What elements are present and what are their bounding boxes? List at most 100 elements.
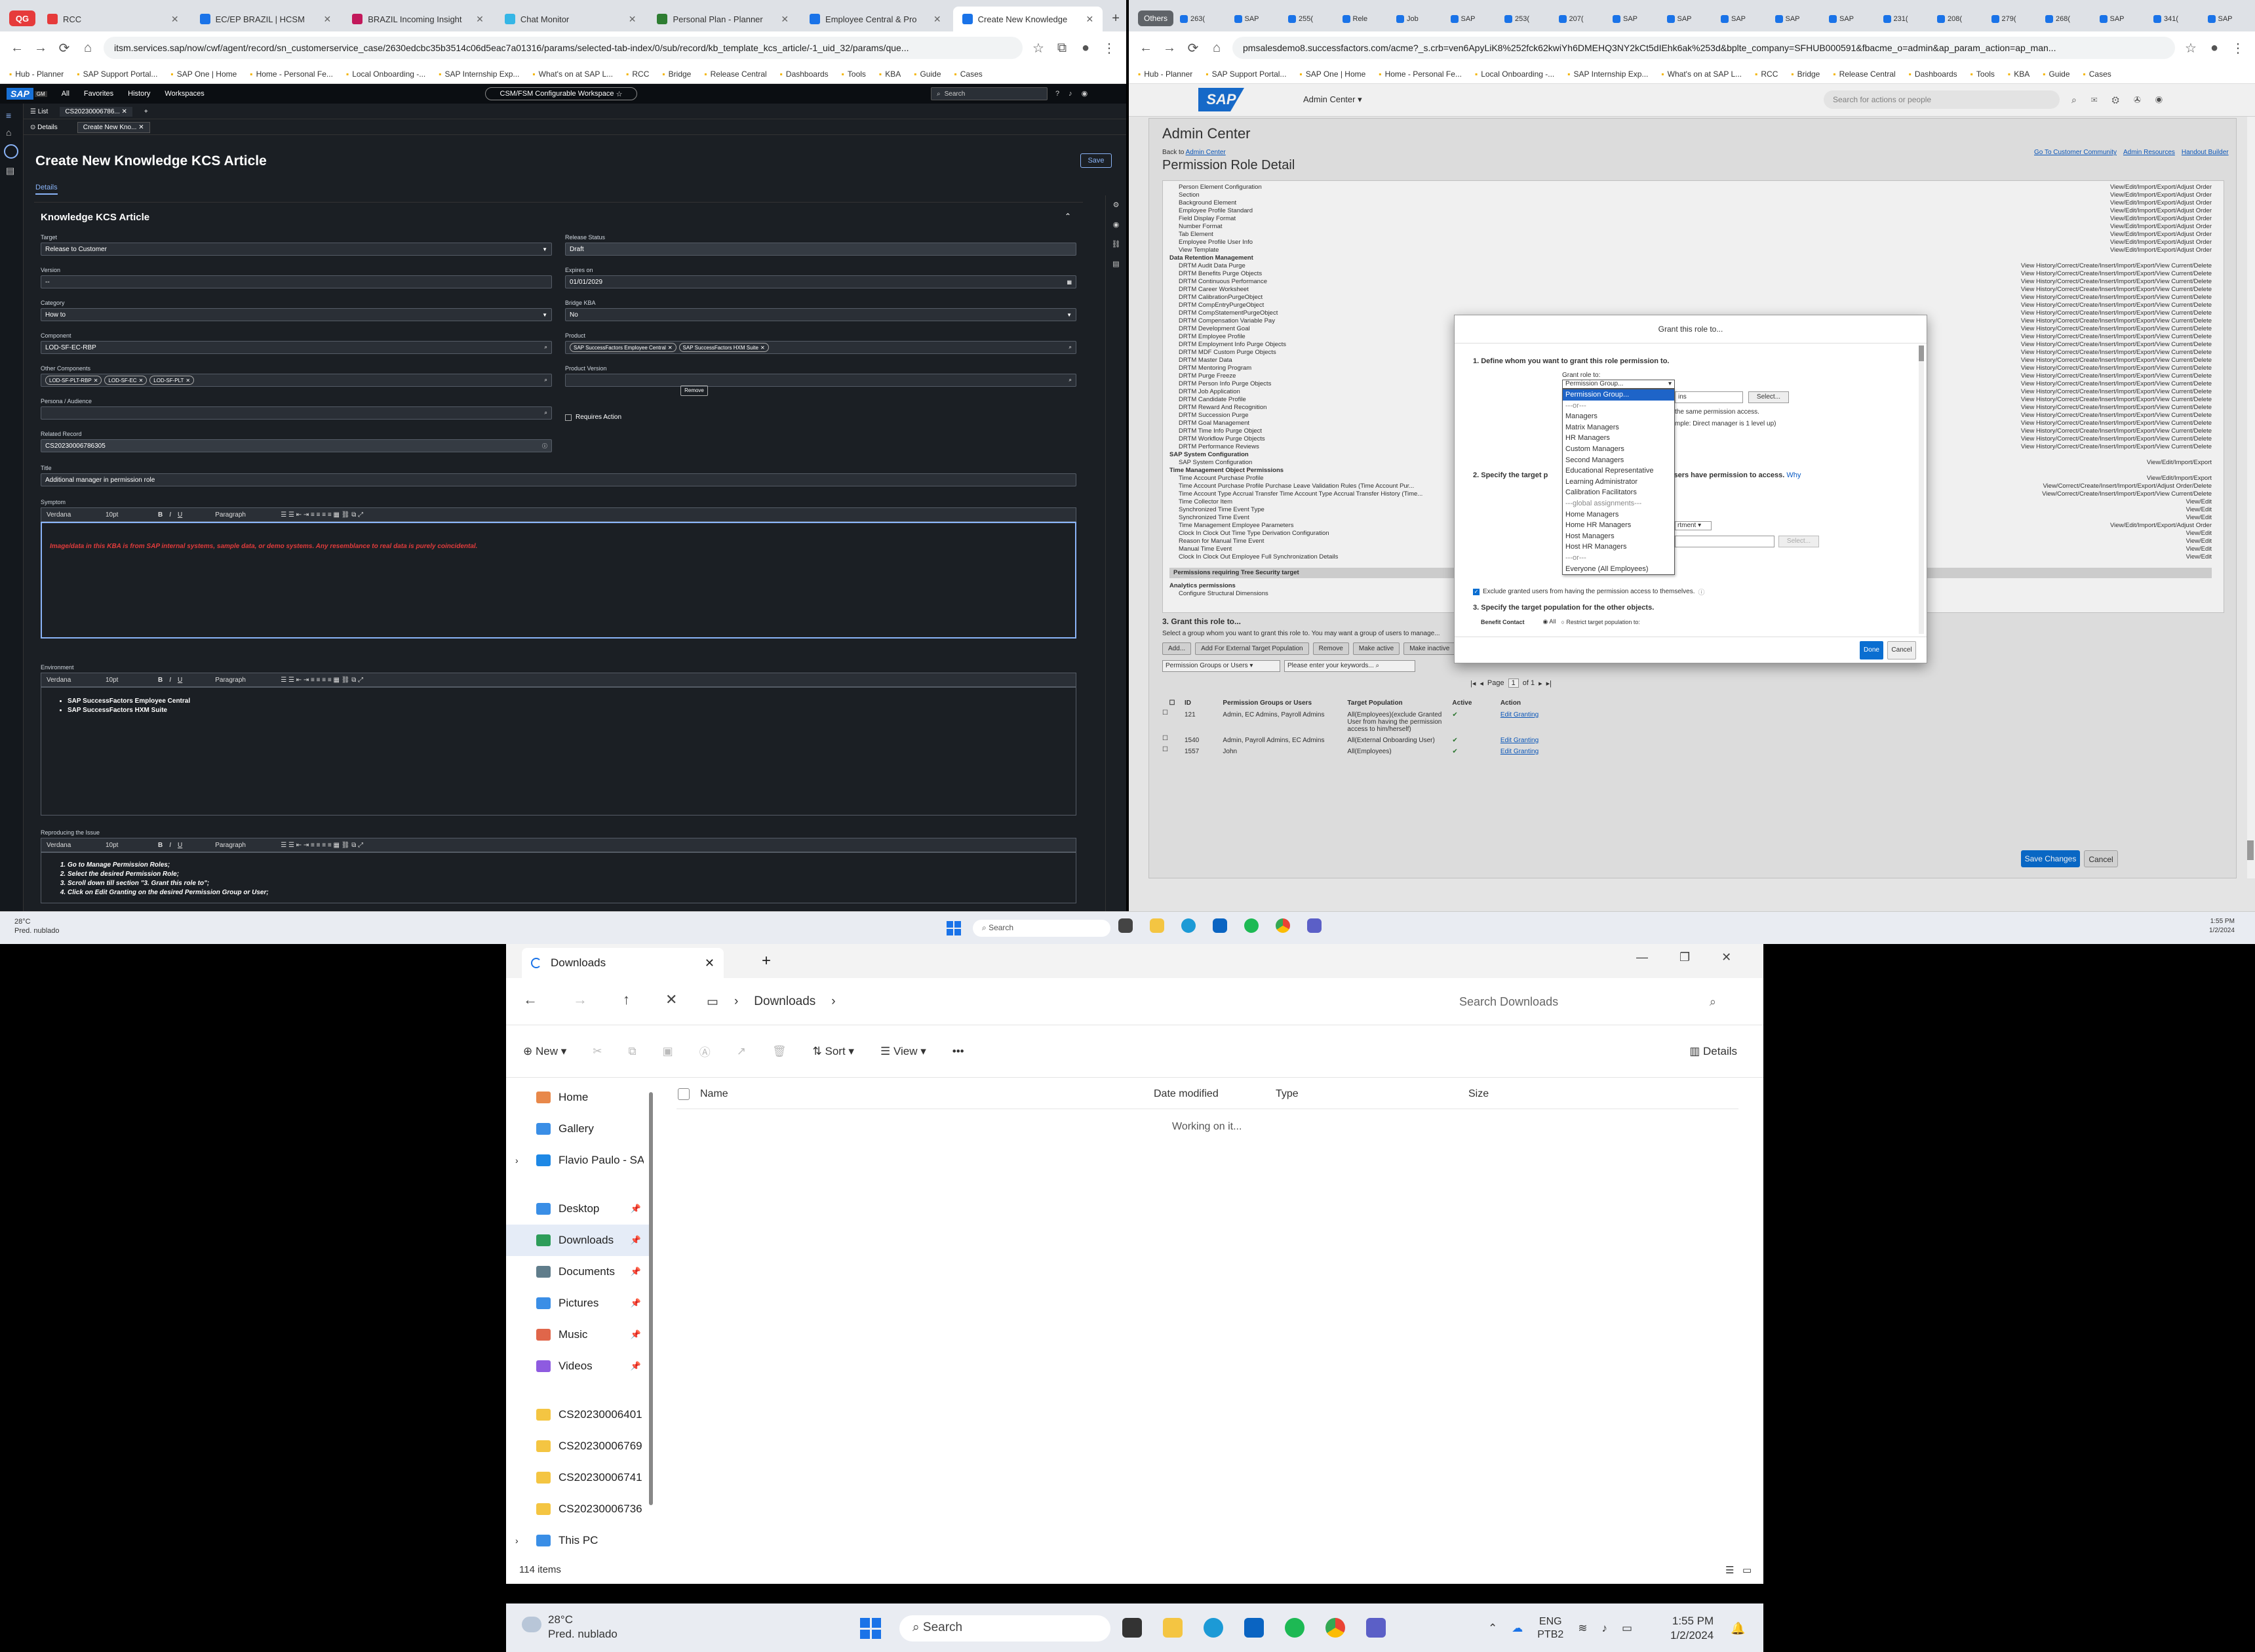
onedrive-icon[interactable]: ☁ xyxy=(1512,1622,1523,1635)
radio-all[interactable]: ◉ All xyxy=(1543,618,1556,625)
innertab-create[interactable]: Create New Kno... ✕ xyxy=(77,122,150,133)
up-icon[interactable]: ↑ xyxy=(623,991,630,1008)
menu-all[interactable]: All xyxy=(62,90,69,98)
subtab-record[interactable]: CS20230006786... ✕ xyxy=(60,107,132,117)
expires-input[interactable]: 01/01/2029 ▦ xyxy=(565,275,1076,288)
browser-tab[interactable]: SAP xyxy=(1771,7,1823,31)
cut-icon[interactable]: ✂ xyxy=(593,1045,602,1058)
col-name[interactable]: Name xyxy=(700,1088,728,1100)
paste-icon[interactable]: ▣ xyxy=(663,1045,673,1058)
teams-icon[interactable] xyxy=(1307,918,1322,933)
explorer-icon[interactable] xyxy=(1150,918,1164,933)
dept-select[interactable]: rtment ▾ xyxy=(1675,521,1712,530)
browser-tab[interactable]: Job xyxy=(1392,7,1444,31)
dropdown-option[interactable]: Managers xyxy=(1563,411,1674,422)
task-view-icon[interactable] xyxy=(1122,1618,1142,1638)
rename-icon[interactable]: Ⓐ xyxy=(699,1043,711,1059)
close-tab-icon[interactable]: ✕ xyxy=(323,14,331,25)
related-input[interactable]: CS20230006786305 ⓘ xyxy=(41,439,552,452)
font-select[interactable]: Verdana xyxy=(47,511,99,519)
rail-home-icon[interactable]: ⌂ xyxy=(6,127,17,138)
battery-icon[interactable]: ▭ xyxy=(1622,1622,1632,1635)
dropdown-option[interactable]: Second Managers xyxy=(1563,455,1674,466)
browser-tab[interactable]: SAP xyxy=(1447,7,1499,31)
reproducing-toolbar[interactable]: Verdana 10pt BIU Paragraph ☰ ☰ ⇤ ⇥ ≡ ≡ ≡… xyxy=(41,838,1076,852)
release-input[interactable]: Draft xyxy=(565,243,1076,256)
browser-tab[interactable]: 279( xyxy=(1988,7,2039,31)
menu-icon[interactable]: ⋮ xyxy=(2230,40,2246,56)
new-tab-icon[interactable]: + xyxy=(1105,11,1126,31)
nav-item[interactable]: CS20230006736 xyxy=(506,1493,650,1525)
dropdown-option[interactable]: Calibration Facilitators xyxy=(1563,487,1674,498)
bell-icon[interactable]: ♪ xyxy=(1069,90,1082,98)
bookmark-item[interactable]: What's on at SAP L... xyxy=(532,69,613,79)
browser-tab[interactable]: SAP xyxy=(1230,7,1282,31)
search-icon[interactable]: ⌕ xyxy=(1069,344,1072,351)
bookmark-item[interactable]: RCC xyxy=(626,69,649,79)
dropdown-option[interactable]: Everyone (All Employees) xyxy=(1563,564,1674,575)
info-icon[interactable]: ⓘ xyxy=(1698,587,1705,597)
bookmark-item[interactable]: Dashboards xyxy=(780,69,829,79)
chrome-icon[interactable] xyxy=(1276,918,1290,933)
bookmark-item[interactable]: SAP Internship Exp... xyxy=(439,69,520,79)
nav-item[interactable]: Documents 📌 xyxy=(506,1256,650,1288)
sap-search[interactable]: ⌕ Search xyxy=(931,87,1048,100)
rail-list-icon[interactable]: ≡ xyxy=(6,110,17,121)
component-chip[interactable]: LOD-SF-PLT ✕ xyxy=(149,376,195,385)
search-icon[interactable]: ⌕ xyxy=(545,344,547,351)
rail-inbox-icon[interactable]: ▤ xyxy=(6,165,17,176)
menu-favorites[interactable]: Favorites xyxy=(84,90,113,98)
nav-item[interactable]: CS20230006401 xyxy=(506,1399,650,1430)
subtab-list[interactable]: ☰ List xyxy=(30,108,48,115)
bookmark-item[interactable]: KBA xyxy=(2008,69,2030,79)
symptom-editor[interactable]: Image/data in this KBA is from SAP inter… xyxy=(41,522,1076,639)
modal-cancel-button[interactable]: Cancel xyxy=(1887,641,1916,659)
back-icon[interactable]: ← xyxy=(523,991,538,1008)
bookmark-item[interactable]: Hub - Planner xyxy=(9,69,64,79)
exclude-checkbox[interactable]: ✓ xyxy=(1473,588,1480,595)
weather-widget[interactable]: 28°C Pred. nublado xyxy=(522,1613,618,1642)
browser-tab[interactable]: Create New Knowledge ✕ xyxy=(952,7,1103,31)
list-view-icon[interactable]: ☰ xyxy=(1725,1564,1734,1576)
col-type[interactable]: Type xyxy=(1276,1088,1299,1100)
teams-icon[interactable] xyxy=(1366,1618,1386,1638)
bookmark-item[interactable]: Release Central xyxy=(704,69,767,79)
component-input[interactable]: LOD-SF-EC-RBP ⌕ xyxy=(41,341,552,354)
tab-group-others[interactable]: Others xyxy=(1138,10,1173,26)
modal-scrollbar[interactable] xyxy=(1919,345,1924,634)
bold-icon[interactable]: B xyxy=(158,511,163,519)
calendar-icon[interactable]: ▦ xyxy=(1067,279,1072,285)
help-icon[interactable]: ? xyxy=(1055,90,1069,98)
remove-button[interactable]: Remove xyxy=(680,385,708,396)
profile-icon[interactable]: ● xyxy=(1078,41,1093,56)
chrome-icon[interactable] xyxy=(1325,1618,1345,1638)
start-icon[interactable] xyxy=(860,1618,881,1639)
bookmark-item[interactable]: SAP Internship Exp... xyxy=(1567,69,1649,79)
environment-toolbar[interactable]: Verdana 10pt BIU Paragraph ☰ ☰ ⇤ ⇥ ≡ ≡ ≡… xyxy=(41,673,1076,687)
font-select[interactable]: Verdana xyxy=(47,677,99,684)
why-link[interactable]: Why xyxy=(1786,471,1801,479)
sap-logo[interactable]: SAP xyxy=(7,88,33,100)
chevron-right-icon[interactable]: › xyxy=(515,1155,519,1166)
browser-tab[interactable]: SAP xyxy=(1717,7,1769,31)
font-select[interactable]: Verdana xyxy=(47,842,99,849)
details-tab[interactable]: Details xyxy=(35,184,58,195)
search-icon[interactable]: ⌕ xyxy=(545,410,547,416)
bookmark-item[interactable]: What's on at SAP L... xyxy=(1661,69,1742,79)
chip-close-icon[interactable]: ✕ xyxy=(668,345,673,351)
subtab-add[interactable]: + xyxy=(144,108,148,115)
browser-tab[interactable]: 207( xyxy=(1555,7,1607,31)
underline-icon[interactable]: U xyxy=(178,842,182,849)
dropdown-option[interactable]: Learning Administrator xyxy=(1563,477,1674,488)
weather-widget[interactable]: 28°C Pred. nublado xyxy=(14,917,60,935)
breadcrumb-downloads[interactable]: Downloads xyxy=(754,994,815,1009)
pin-icon[interactable]: 📌 xyxy=(631,1329,641,1340)
browser-tab[interactable]: 253( xyxy=(1500,7,1552,31)
browser-tab[interactable]: Chat Monitor ✕ xyxy=(496,7,646,31)
close-tab-icon[interactable]: ✕ xyxy=(781,14,789,25)
requires-action[interactable]: Requires Action xyxy=(565,414,621,421)
details-button[interactable]: ▥ Details xyxy=(1689,1045,1737,1058)
list-icons[interactable]: ☰ ☰ ⇤ ⇥ ≡ ≡ ≡ ≡ ▦ ⛓ ⧉ ⤢ xyxy=(281,677,363,684)
bookmark-item[interactable]: Bridge xyxy=(662,69,692,79)
explorer-tab[interactable]: Downloads ✕ xyxy=(522,948,724,978)
